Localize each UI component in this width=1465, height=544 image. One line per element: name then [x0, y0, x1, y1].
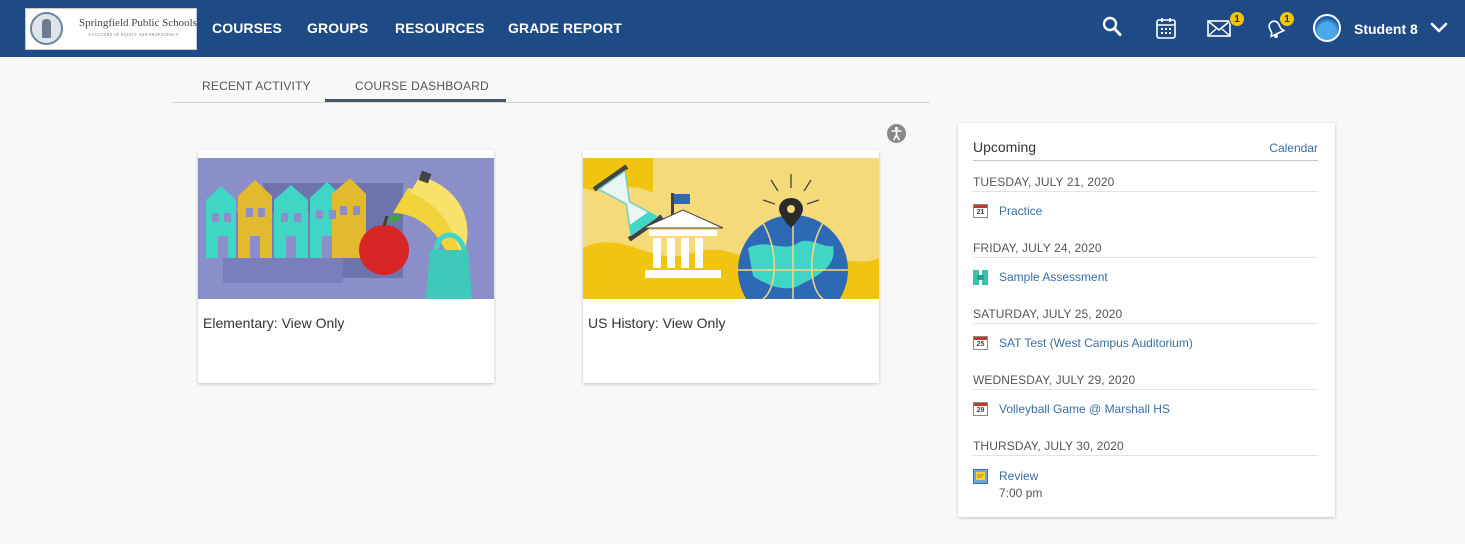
accessibility-icon[interactable]	[887, 124, 906, 143]
calendar-icon: 25	[973, 336, 988, 350]
tab-course-dashboard[interactable]: COURSE DASHBOARD	[355, 79, 489, 93]
upcoming-panel: Upcoming Calendar TUESDAY, JULY 21, 2020…	[958, 123, 1335, 517]
upcoming-header: Upcoming Calendar	[973, 139, 1318, 161]
school-name: Springfield Public Schools	[79, 17, 197, 29]
day-heading: THURSDAY, JULY 30, 2020	[973, 439, 1318, 456]
day-heading: SATURDAY, JULY 25, 2020	[973, 307, 1318, 324]
day-heading: WEDNESDAY, JULY 29, 2020	[973, 373, 1318, 390]
event-link[interactable]: Practice	[999, 204, 1042, 218]
nav-courses[interactable]: COURSES	[212, 20, 282, 36]
event-time: 7:00 pm	[999, 486, 1043, 500]
dashboard-tabs: RECENT ACTIVITY COURSE DASHBOARD	[172, 72, 930, 103]
assessment-icon	[973, 270, 988, 285]
event-link[interactable]: Sample Assessment	[999, 270, 1108, 284]
school-tagline: A CULTURE OF EQUITY AND PROFICIENCY	[88, 32, 179, 37]
calendar-link[interactable]: Calendar	[1269, 141, 1318, 155]
course-image-us-history[interactable]	[583, 158, 879, 299]
messages-count-badge: 1	[1229, 11, 1245, 27]
upcoming-title: Upcoming	[973, 139, 1037, 155]
day-heading: TUESDAY, JULY 21, 2020	[973, 175, 1318, 192]
nav-groups[interactable]: GROUPS	[307, 20, 368, 36]
calendar-icon: 21	[973, 204, 988, 218]
calendar-icon[interactable]	[1155, 16, 1177, 40]
nav-grade-report[interactable]: GRADE REPORT	[508, 20, 622, 36]
tab-recent-activity[interactable]: RECENT ACTIVITY	[202, 79, 311, 93]
user-name[interactable]: Student 8	[1354, 21, 1418, 37]
course-card-us-history[interactable]: US History: View Only	[583, 150, 879, 383]
school-seal-icon	[30, 12, 63, 45]
assignment-icon	[973, 469, 988, 484]
event-link[interactable]: SAT Test (West Campus Auditorium)	[999, 336, 1193, 350]
course-title[interactable]: US History: View Only	[588, 315, 725, 331]
notifications-count-badge: 1	[1279, 11, 1295, 27]
calendar-icon: 29	[973, 402, 988, 416]
event-link[interactable]: Review	[999, 469, 1038, 483]
event-link[interactable]: Volleyball Game @ Marshall HS	[999, 402, 1170, 416]
active-tab-indicator	[325, 99, 506, 102]
day-heading: FRIDAY, JULY 24, 2020	[973, 241, 1318, 258]
nav-resources[interactable]: RESOURCES	[395, 20, 485, 36]
course-image-elementary[interactable]	[198, 158, 494, 299]
course-title[interactable]: Elementary: View Only	[203, 315, 344, 331]
avatar[interactable]	[1313, 14, 1341, 42]
search-icon[interactable]	[1102, 16, 1122, 38]
course-card-elementary[interactable]: Elementary: View Only	[198, 150, 494, 383]
school-logo[interactable]: Springfield Public Schools A CULTURE OF …	[25, 8, 197, 50]
top-navigation-bar: Springfield Public Schools A CULTURE OF …	[0, 0, 1465, 57]
chevron-down-icon[interactable]	[1430, 21, 1448, 35]
